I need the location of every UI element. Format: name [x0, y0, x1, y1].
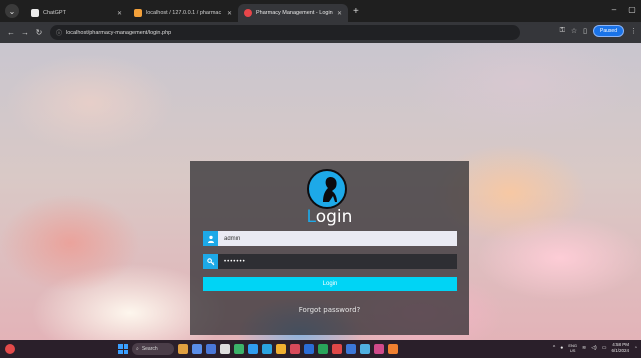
profile-label: Paused	[600, 28, 617, 34]
tab-title: Pharmacy Management - Login	[256, 10, 333, 16]
taskbar-clock[interactable]: 4:58 PM 6/1/2024	[611, 342, 629, 354]
page-background: Login Login Forgot password?	[0, 43, 641, 340]
app-green-icon[interactable]	[234, 344, 244, 354]
maximize-button[interactable]: ▢	[623, 0, 641, 22]
close-icon[interactable]: ✕	[117, 10, 122, 17]
site-info-icon[interactable]: ⓘ	[56, 28, 62, 37]
youtube-icon[interactable]	[332, 344, 342, 354]
excel-icon[interactable]	[318, 344, 328, 354]
app-blue-icon[interactable]	[346, 344, 356, 354]
minimize-button[interactable]: –	[605, 0, 623, 22]
xampp-icon[interactable]	[388, 344, 398, 354]
browser-tab-strip: ⌄ ChatGPT ✕ localhost / 127.0.0.1 / phar…	[0, 0, 641, 22]
tab-search-icon[interactable]: ⌄	[5, 4, 19, 18]
login-heading-initial: L	[306, 207, 316, 227]
close-icon[interactable]: ✕	[227, 10, 232, 17]
clock-date: 6/1/2024	[611, 348, 629, 353]
phpmyadmin-icon	[134, 9, 142, 17]
notification-icon[interactable]: ◔	[634, 345, 637, 351]
edge-icon[interactable]	[248, 344, 258, 354]
password-input[interactable]	[218, 254, 457, 269]
taskbar-search[interactable]: ⌕ Search	[132, 343, 174, 355]
bookmark-star-icon[interactable]: ☆	[571, 27, 577, 35]
key-icon	[203, 254, 218, 269]
volume-icon[interactable]: ◁)	[591, 345, 597, 351]
tab-pharmacy-login[interactable]: Pharmacy Management - Login ✕	[238, 4, 348, 22]
forward-icon[interactable]: →	[18, 28, 32, 37]
profile-button[interactable]: Paused	[593, 25, 624, 37]
login-heading: Login	[190, 207, 469, 227]
password-key-icon[interactable]: ⚿	[560, 27, 565, 35]
system-tray: ^ ● ENG US ≋ ◁) ▭ 4:58 PM 6/1/2024 ◔	[553, 342, 637, 354]
mail-icon[interactable]	[290, 344, 300, 354]
word-icon[interactable]	[304, 344, 314, 354]
tab-chatgpt[interactable]: ChatGPT ✕	[25, 4, 128, 22]
window-controls: – ▢	[605, 0, 641, 22]
tray-chevron-icon[interactable]: ^	[553, 345, 555, 351]
forgot-password-link[interactable]: Forgot password?	[190, 306, 469, 314]
tab-title: ChatGPT	[43, 10, 66, 16]
app-lightblue-icon[interactable]	[360, 344, 370, 354]
user-icon	[203, 231, 218, 246]
browser-toolbar: ← → ↻ ⓘ localhost/pharmacy-management/lo…	[0, 22, 641, 43]
tab-phpmyadmin[interactable]: localhost / 127.0.0.1 / pharmac ✕	[128, 4, 238, 22]
start-menu-icon[interactable]	[118, 344, 128, 354]
search-label: Search	[141, 346, 158, 352]
chrome-icon[interactable]	[220, 344, 230, 354]
password-field	[203, 254, 457, 269]
battery-icon[interactable]: ▭	[602, 345, 607, 351]
menu-icon[interactable]: ⋮	[630, 27, 637, 35]
username-input[interactable]	[218, 231, 457, 246]
tab-title: localhost / 127.0.0.1 / pharmac	[146, 10, 222, 16]
teams-icon[interactable]	[206, 344, 216, 354]
login-button[interactable]: Login	[203, 277, 457, 291]
weather-widget-icon[interactable]	[5, 344, 15, 354]
username-field	[203, 231, 457, 246]
widgets-icon[interactable]	[178, 344, 188, 354]
new-tab-button[interactable]: +	[353, 6, 359, 17]
reload-icon[interactable]: ↻	[32, 28, 46, 37]
vscode-icon[interactable]	[262, 344, 272, 354]
chatgpt-icon	[31, 9, 39, 17]
pharmacy-favicon	[244, 9, 252, 17]
windows-taskbar: ⌕ Search ^ ● ENG US ≋ ◁) ▭ 4:58 PM 6/1/2…	[0, 340, 641, 358]
back-icon[interactable]: ←	[4, 28, 18, 37]
app-pink-icon[interactable]	[374, 344, 384, 354]
address-text: localhost/pharmacy-management/login.php	[66, 29, 172, 36]
user-avatar-icon	[307, 169, 347, 209]
side-panel-icon[interactable]: ▯	[583, 27, 587, 35]
lang-region: US	[569, 348, 576, 353]
close-icon[interactable]: ✕	[337, 10, 342, 17]
toolbar-actions: ⚿ ☆ ▯ Paused ⋮	[560, 25, 637, 37]
wifi-icon[interactable]: ≋	[582, 345, 586, 351]
search-icon: ⌕	[136, 346, 139, 352]
language-indicator[interactable]: ENG US	[568, 343, 577, 353]
tray-app-icon[interactable]: ●	[560, 345, 563, 351]
login-panel: Login Login Forgot password?	[190, 161, 469, 335]
address-bar[interactable]: ⓘ localhost/pharmacy-management/login.ph…	[50, 25, 520, 40]
login-heading-rest: ogin	[315, 207, 353, 227]
taskbar-apps: ⌕ Search	[118, 343, 398, 355]
task-view-icon[interactable]	[192, 344, 202, 354]
file-explorer-icon[interactable]	[276, 344, 286, 354]
